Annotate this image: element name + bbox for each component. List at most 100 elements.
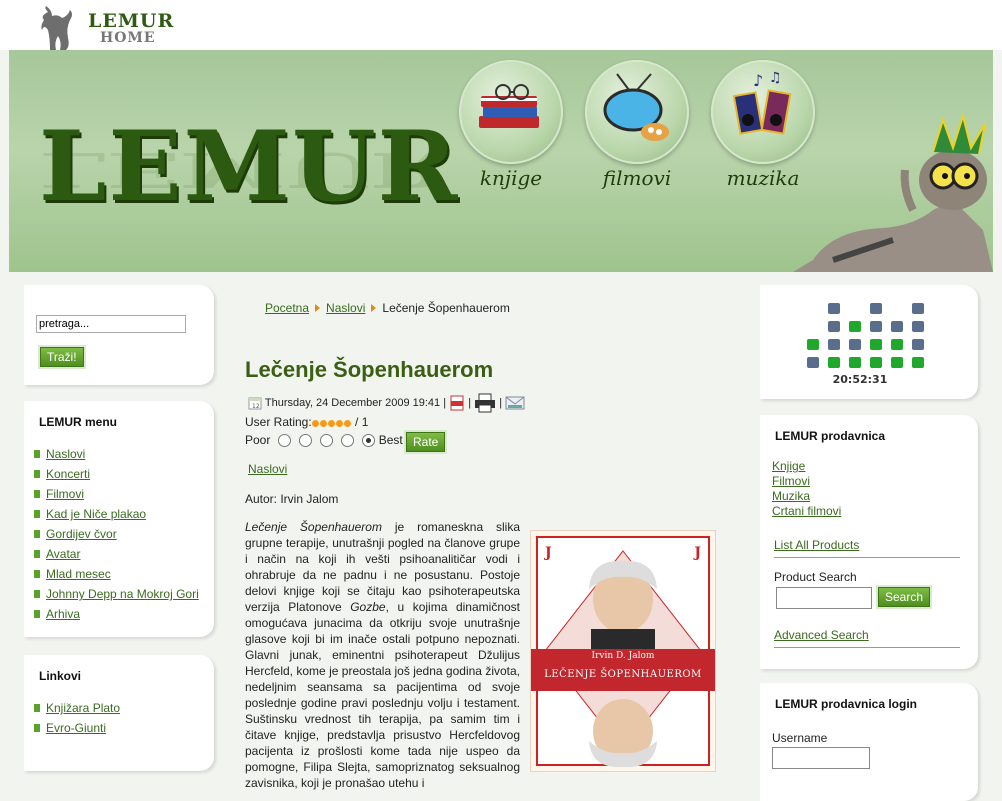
calendar-icon: 12 — [248, 397, 262, 410]
username-input[interactable] — [772, 747, 870, 769]
menu-item: Koncerti — [34, 467, 214, 481]
body-text-gozbe: Gozbe — [350, 600, 386, 614]
divider — [774, 557, 960, 558]
left-sidebar: Traži! LEMUR menu Naslovi Koncerti Filmo… — [24, 285, 214, 771]
menu-item: Johnny Depp na Mokroj Gori — [34, 587, 214, 601]
rating-poll: Poor Best — [245, 433, 403, 448]
star-icon — [319, 419, 327, 427]
star-icon — [327, 419, 335, 427]
header-banner: LEMUR LEMUR knjige filmovi ♪ ♫ muzika — [9, 50, 993, 272]
search-module: Traži! — [24, 285, 214, 385]
menu-link-avatar[interactable]: Avatar — [46, 547, 80, 561]
username-label: Username — [772, 731, 828, 745]
bullet-icon — [34, 490, 40, 498]
rating-label: User Rating: — [245, 415, 312, 429]
breadcrumb-home-link[interactable]: Pocetna — [265, 301, 309, 315]
product-search-input[interactable] — [776, 587, 872, 609]
star-icon — [335, 419, 343, 427]
star-icon — [311, 419, 319, 427]
divider — [774, 647, 960, 648]
bullet-icon — [34, 550, 40, 558]
menu-link-gordijev-cvor[interactable]: Gordijev čvor — [46, 527, 117, 541]
product-search-label: Product Search — [774, 570, 857, 584]
list-all-products-link[interactable]: List All Products — [774, 538, 859, 552]
nav-filmovi-button[interactable] — [585, 60, 689, 164]
menu-link-kad-je-nice-plakao[interactable]: Kad je Niče plakao — [46, 507, 146, 521]
rating-radio-1[interactable] — [277, 434, 291, 448]
bullet-icon — [34, 450, 40, 458]
shop-link-filmovi[interactable]: Filmovi — [772, 474, 978, 489]
meta-separator: | — [443, 396, 447, 409]
menu-item: Gordijev čvor — [34, 527, 214, 541]
logo-lemur-text: LEMUR — [88, 10, 175, 32]
meta-separator: | — [468, 396, 472, 409]
banner-title-reflection: LEMUR — [39, 141, 450, 199]
nav-knjige-button[interactable] — [459, 60, 563, 164]
links-list: Knjižara Plato Evro-Giunti — [24, 701, 214, 735]
article-title: Lečenje Šopenhauerom — [245, 357, 494, 382]
book-author: Irvin D. Jalom — [591, 651, 655, 661]
article-date: Thursday, 24 December 2009 19:41 — [264, 396, 441, 409]
search-submit-button[interactable]: Traži! — [40, 347, 84, 367]
menu-link-filmovi[interactable]: Filmovi — [46, 487, 84, 501]
menu-link-johnny-depp[interactable]: Johnny Depp na Mokroj Gori — [46, 587, 199, 601]
advanced-search-link[interactable]: Advanced Search — [774, 628, 869, 642]
shop-login-module: LEMUR prodavnica login Username — [760, 683, 978, 801]
tv-icon — [603, 73, 669, 141]
login-title: LEMUR prodavnica login — [775, 697, 918, 711]
search-input[interactable] — [36, 315, 186, 333]
link-knjizara-plato[interactable]: Knjižara Plato — [46, 701, 120, 715]
shop-link-knjige[interactable]: Knjige — [772, 459, 978, 474]
menu-link-arhiva[interactable]: Arhiva — [46, 607, 80, 621]
lemur-mascot-illustration — [793, 112, 993, 272]
star-icon — [343, 419, 351, 427]
lemur-home-logo[interactable]: LEMUR HOME — [38, 6, 178, 50]
breadcrumb-section-link[interactable]: Naslovi — [326, 301, 365, 315]
rating-radio-2[interactable] — [298, 434, 312, 448]
nav-filmovi-label[interactable]: filmovi — [585, 166, 689, 190]
nav-knjige-label[interactable]: knjige — [459, 166, 563, 190]
shop-category-list: Knjige Filmovi Muzika Crtani filmovi — [760, 459, 978, 519]
category-link[interactable]: Naslovi — [248, 462, 287, 476]
top-bar: LEMUR HOME — [0, 0, 1002, 50]
rating-radio-3[interactable] — [319, 434, 333, 448]
article-body: Lečenje Šopenhauerom je romaneskna slika… — [245, 519, 520, 791]
bullet-icon — [34, 530, 40, 538]
bullet-icon — [34, 610, 40, 618]
menu-item: Mlad mesec — [34, 567, 214, 581]
svg-text:♫: ♫ — [769, 70, 782, 86]
rate-button[interactable]: Rate — [406, 432, 446, 452]
print-icon[interactable] — [474, 393, 496, 413]
links-title: Linkovi — [39, 669, 82, 683]
body-text-part2: , u kojima dinamičnost omogućava junacim… — [245, 600, 521, 790]
svg-text:12: 12 — [252, 403, 260, 410]
link-item: Evro-Giunti — [34, 721, 214, 735]
menu-list: Naslovi Koncerti Filmovi Kad je Niče pla… — [24, 447, 214, 621]
breadcrumb-arrow-icon — [371, 304, 377, 312]
email-icon[interactable] — [505, 396, 525, 410]
menu-item: Arhiva — [34, 607, 214, 621]
body-lead-title: Lečenje Šopenhauerom — [245, 520, 382, 534]
menu-link-koncerti[interactable]: Koncerti — [46, 467, 90, 481]
product-search-button[interactable]: Search — [878, 587, 931, 607]
shop-link-muzika[interactable]: Muzika — [772, 489, 978, 504]
article-author: Autor: Irvin Jalom — [245, 492, 339, 506]
rating-stars — [311, 416, 352, 430]
rating-count: / 1 — [351, 415, 369, 429]
article-meta: 12 Thursday, 24 December 2009 19:41 | | … — [248, 393, 525, 413]
menu-item: Naslovi — [34, 447, 214, 461]
shop-link-crtani-filmovi[interactable]: Crtani filmovi — [772, 504, 978, 519]
breadcrumb-current: Lečenje Šopenhauerom — [382, 301, 510, 315]
rating-radio-4[interactable] — [340, 434, 354, 448]
pdf-icon[interactable] — [449, 395, 465, 411]
rating-radio-5[interactable] — [361, 434, 375, 448]
shop-module: LEMUR prodavnica Knjige Filmovi Muzika C… — [760, 415, 978, 669]
menu-link-mlad-mesec[interactable]: Mlad mesec — [46, 567, 111, 581]
menu-link-naslovi[interactable]: Naslovi — [46, 447, 85, 461]
menu-title: LEMUR menu — [39, 415, 117, 429]
breadcrumb-arrow-icon — [315, 304, 321, 312]
link-evro-giunti[interactable]: Evro-Giunti — [46, 721, 106, 735]
link-item: Knjižara Plato — [34, 701, 214, 715]
books-icon — [479, 84, 539, 128]
card-rank-top: J — [545, 545, 552, 561]
